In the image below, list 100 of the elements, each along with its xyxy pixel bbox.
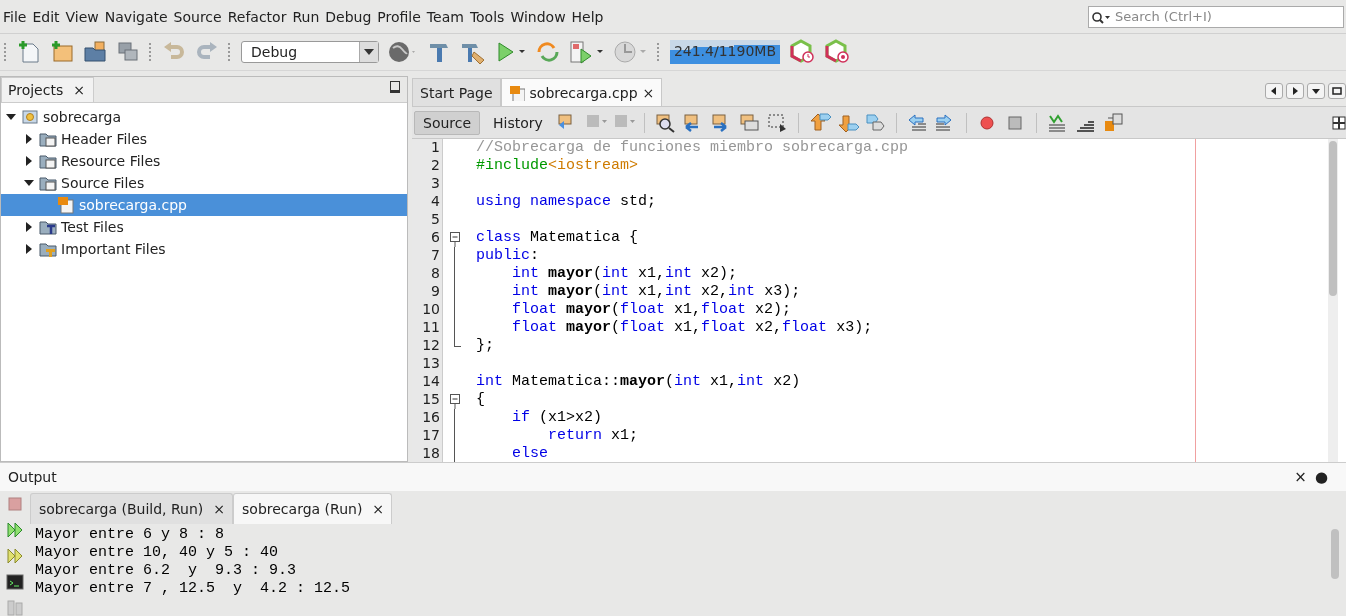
window-control-button[interactable] <box>1328 83 1346 99</box>
search-field[interactable]: Search (Ctrl+I) <box>1088 5 1344 28</box>
debug-run-icon[interactable] <box>569 40 605 64</box>
tree-item[interactable]: Header Files <box>1 128 407 150</box>
menu-item[interactable]: Edit <box>29 8 63 25</box>
window-control-button[interactable] <box>1286 83 1304 99</box>
line-number: 2 <box>430 157 440 175</box>
stacked-windows-icon[interactable] <box>116 40 140 64</box>
line-number: 1 <box>430 139 440 157</box>
tree-item[interactable]: Test Files <box>1 216 407 238</box>
output-line: Mayor entre 7 , 12.5 y 4.2 : 12.5 <box>35 580 352 598</box>
collapse-icon[interactable] <box>6 112 16 122</box>
folder-icon <box>39 240 57 258</box>
projects-tab[interactable]: Projects × <box>1 77 94 102</box>
configuration-dropdown[interactable]: Debug <box>241 41 379 63</box>
caret-icon <box>1311 86 1321 96</box>
run-icon[interactable] <box>495 40 527 64</box>
tree-item[interactable]: sobrecarga <box>1 106 407 128</box>
line-number: 12 <box>421 337 440 355</box>
menu-item[interactable]: Run <box>289 8 323 25</box>
code-line: }; <box>476 337 495 355</box>
view-toggle[interactable]: Source <box>414 110 481 135</box>
search-icon <box>1091 10 1111 25</box>
terminal-icon[interactable] <box>6 573 24 591</box>
code-line: else <box>511 445 549 462</box>
new-file-icon[interactable] <box>17 40 41 64</box>
code-line: return x1; <box>547 427 640 445</box>
expand-icon[interactable] <box>24 222 34 232</box>
scrollbar[interactable] <box>1328 139 1338 462</box>
output-line: Mayor entre 10, 40 y 5 : 40 <box>35 544 280 562</box>
menu-item[interactable]: Window <box>507 8 569 25</box>
code-line: int mayor(int x1,int x2,int x3); <box>511 283 802 301</box>
scrollbar[interactable] <box>1330 527 1340 581</box>
line-number: 7 <box>430 247 440 265</box>
globe-icon[interactable] <box>388 40 418 64</box>
folder-icon <box>39 174 57 192</box>
tree-item[interactable]: Source Files <box>1 172 407 194</box>
expand-icon[interactable] <box>24 156 34 166</box>
menu-item[interactable]: Refactor <box>224 8 290 25</box>
output-tab[interactable]: sobrecarga (Run) × <box>233 493 393 524</box>
code-line: class Matematica { <box>476 229 640 247</box>
scroll-left-icon <box>1269 86 1279 96</box>
window-control-button[interactable] <box>1307 83 1325 99</box>
expand-icon[interactable] <box>24 134 34 144</box>
line-number: 5 <box>430 211 440 229</box>
line-number: 3 <box>430 175 440 193</box>
split-icon[interactable] <box>1332 115 1346 130</box>
collapse-icon[interactable] <box>24 178 34 188</box>
rerun-icon[interactable] <box>6 547 24 565</box>
reload-icon[interactable] <box>536 40 560 64</box>
window-control-button[interactable] <box>1265 83 1283 99</box>
code-line: public: <box>476 247 541 265</box>
cube-target-icon[interactable] <box>824 39 850 65</box>
new-folder-icon[interactable] <box>50 40 74 64</box>
editor-tab[interactable]: sobrecarga.cpp × <box>500 78 663 106</box>
stop-icon[interactable] <box>6 495 24 513</box>
open-folder-icon[interactable] <box>83 40 107 64</box>
tree-item[interactable]: Resource Files <box>1 150 407 172</box>
scroll-right-icon <box>1290 86 1300 96</box>
panel-title: Output <box>8 469 57 485</box>
menu-item[interactable]: Help <box>568 8 607 25</box>
line-number: 17 <box>421 427 440 445</box>
line-number: 8 <box>430 265 440 283</box>
menu-item[interactable]: View <box>62 8 102 25</box>
profile-icon[interactable] <box>614 40 648 64</box>
output-tab[interactable]: sobrecarga (Build, Run) × <box>30 493 234 524</box>
editor-tab[interactable]: Start Page <box>412 78 501 106</box>
menu-item[interactable]: Source <box>170 8 225 25</box>
menu-item[interactable]: Team <box>423 8 467 25</box>
code-line: using namespace std; <box>476 193 658 211</box>
view-toggle[interactable]: History <box>485 111 551 134</box>
collapse-icon[interactable] <box>449 229 461 247</box>
folder-icon <box>39 218 57 236</box>
menu-item[interactable]: Profile <box>374 8 424 25</box>
memory-meter[interactable]: 241.4/1190MB <box>670 40 780 64</box>
minimize-button[interactable] <box>390 81 400 93</box>
rerun-icon[interactable] <box>6 521 24 539</box>
cube-clock-icon[interactable] <box>789 39 815 65</box>
panel-control[interactable]: ● <box>1314 468 1328 486</box>
line-number: 11 <box>421 319 440 337</box>
line-number: 4 <box>430 193 440 211</box>
line-number: 16 <box>421 409 440 427</box>
code-line: float mayor(float x1,float x2,float x3); <box>511 319 874 337</box>
code-line: float mayor(float x1,float x2); <box>511 301 793 319</box>
project-icon <box>21 108 39 126</box>
tags-icon[interactable] <box>863 111 887 134</box>
menu-item[interactable]: File <box>0 8 30 25</box>
panel-control[interactable]: × <box>1294 468 1307 486</box>
menu-item[interactable]: Debug <box>322 8 375 25</box>
output-line: Mayor entre 6 y 8 : 8 <box>35 526 226 544</box>
code-line: int mayor(int x1,int x2); <box>511 265 739 283</box>
collapse-icon[interactable] <box>449 391 461 409</box>
line-number: 10 <box>421 301 440 319</box>
search-icon[interactable] <box>653 111 677 134</box>
tree-item[interactable]: Important Files <box>1 238 407 260</box>
expand-icon[interactable] <box>24 244 34 254</box>
menu-item[interactable]: Tools <box>466 8 508 25</box>
menu-item[interactable]: Navigate <box>101 8 171 25</box>
file-icon <box>508 84 525 101</box>
folder-icon <box>39 130 57 148</box>
